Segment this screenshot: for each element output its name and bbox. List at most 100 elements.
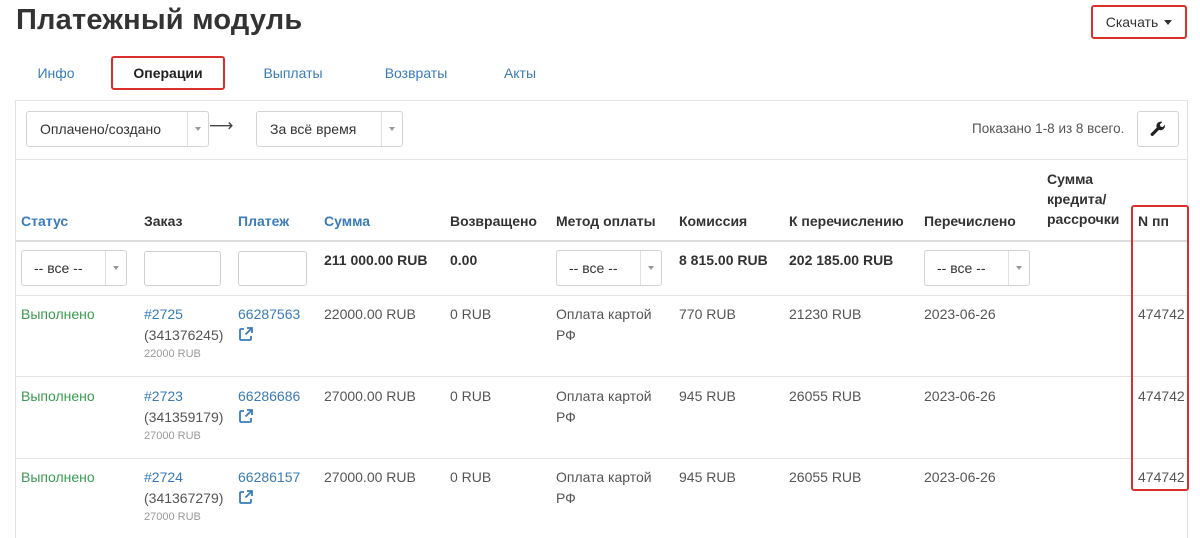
tab-payouts[interactable]: Выплаты xyxy=(248,56,338,90)
col-header-to-transfer: К перечислению xyxy=(789,213,904,229)
col-header-credit-line1: Сумма xyxy=(1047,171,1094,187)
wrench-icon xyxy=(1150,121,1166,136)
external-link-icon[interactable] xyxy=(238,408,254,424)
row-method-line1: Оплата картой xyxy=(556,388,652,404)
row-status: Выполнено xyxy=(21,306,95,322)
row-commission: 945 RUB xyxy=(679,388,736,404)
divider xyxy=(16,159,1188,160)
row-status: Выполнено xyxy=(21,469,95,485)
row-npp: 474742 xyxy=(1138,388,1185,404)
total-returned: 0.00 xyxy=(450,252,478,268)
divider xyxy=(16,295,1188,296)
row-transferred: 2023-06-26 xyxy=(924,306,996,322)
total-sum: 211 000.00 RUB xyxy=(324,252,428,268)
tab-info[interactable]: Инфо xyxy=(18,56,94,90)
col-header-order: Заказ xyxy=(144,213,183,229)
divider xyxy=(16,458,1188,459)
row-payment: 66286157 xyxy=(238,467,300,505)
row-npp: 474742 xyxy=(1138,306,1185,322)
method-filter-select[interactable]: -- все -- xyxy=(556,250,662,286)
row-to-transfer: 21230 RUB xyxy=(789,306,862,322)
payment-filter-input[interactable] xyxy=(238,251,307,286)
header-divider xyxy=(16,240,1188,242)
caret-down-icon xyxy=(1164,19,1173,25)
chevron-down-icon xyxy=(187,112,208,146)
row-commission: 945 RUB xyxy=(679,469,736,485)
row-returned: 0 RUB xyxy=(450,469,492,485)
row-commission: 770 RUB xyxy=(679,306,736,322)
tab-returns[interactable]: Возвраты xyxy=(366,56,466,90)
row-method-line2: РФ xyxy=(556,327,576,343)
chevron-down-icon xyxy=(1008,251,1029,285)
row-method-line2: РФ xyxy=(556,490,576,506)
col-header-npp: N пп xyxy=(1138,213,1169,229)
status-mode-select[interactable]: Оплачено/создано xyxy=(26,111,209,147)
order-amount: 27000 RUB xyxy=(144,430,201,442)
row-transferred: 2023-06-26 xyxy=(924,388,996,404)
order-link[interactable]: #2725 xyxy=(144,304,223,325)
transferred-filter-value: -- все -- xyxy=(937,260,986,276)
status-filter-value: -- все -- xyxy=(34,260,83,276)
row-method: Оплата картой РФ xyxy=(556,467,652,509)
tab-operations[interactable]: Операции xyxy=(111,56,225,90)
order-amount: 27000 RUB xyxy=(144,511,201,523)
row-sum: 27000.00 RUB xyxy=(324,469,416,485)
col-header-transferred: Перечислено xyxy=(924,213,1016,229)
status-filter-select[interactable]: -- все -- xyxy=(21,250,127,286)
col-header-commission: Комиссия xyxy=(679,213,748,229)
external-link-icon[interactable] xyxy=(238,326,254,342)
order-filter-input[interactable] xyxy=(144,251,221,286)
settings-button[interactable] xyxy=(1137,111,1179,147)
period-select[interactable]: За всё время xyxy=(256,111,403,147)
col-header-credit: Сумма кредита/ рассрочки xyxy=(1047,169,1119,229)
download-button[interactable]: Скачать xyxy=(1091,5,1187,39)
order-link[interactable]: #2724 xyxy=(144,467,223,488)
row-sum: 22000.00 RUB xyxy=(324,306,416,322)
row-to-transfer: 26055 RUB xyxy=(789,388,862,404)
row-method-line1: Оплата картой xyxy=(556,469,652,485)
payment-link[interactable]: 66286686 xyxy=(238,386,300,407)
row-sum: 27000.00 RUB xyxy=(324,388,416,404)
arrow-right-icon: ⟶ xyxy=(209,116,234,135)
total-commission: 8 815.00 RUB xyxy=(679,252,768,268)
row-payment: 66287563 xyxy=(238,304,300,342)
order-amount: 22000 RUB xyxy=(144,348,201,360)
col-header-returned: Возвращено xyxy=(450,213,537,229)
download-label: Скачать xyxy=(1105,14,1159,30)
col-header-credit-line2: кредита/ xyxy=(1047,191,1107,207)
order-id: (341359179) xyxy=(144,409,224,425)
tab-acts[interactable]: Акты xyxy=(490,56,550,90)
row-method: Оплата картой РФ xyxy=(556,304,652,346)
tab-bar: Инфо Операции Выплаты Возвраты Акты xyxy=(16,56,1188,90)
chevron-down-icon xyxy=(381,112,402,146)
row-returned: 0 RUB xyxy=(450,306,492,322)
row-order: #2723 (341359179) 27000 RUB xyxy=(144,386,223,444)
row-transferred: 2023-06-26 xyxy=(924,469,996,485)
method-filter-value: -- все -- xyxy=(569,260,618,276)
payment-link[interactable]: 66286157 xyxy=(238,467,300,488)
row-method-line1: Оплата картой xyxy=(556,306,652,322)
order-link[interactable]: #2723 xyxy=(144,386,223,407)
row-method-line2: РФ xyxy=(556,409,576,425)
col-header-method: Метод оплаты xyxy=(556,213,656,229)
row-npp: 474742 xyxy=(1138,469,1185,485)
order-id: (341376245) xyxy=(144,327,224,343)
row-order: #2725 (341376245) 22000 RUB xyxy=(144,304,223,362)
order-id: (341367279) xyxy=(144,490,224,506)
payment-link[interactable]: 66287563 xyxy=(238,304,300,325)
row-status: Выполнено xyxy=(21,388,95,404)
external-link-icon[interactable] xyxy=(238,489,254,505)
chevron-down-icon xyxy=(640,251,661,285)
pagination-summary: Показано 1-8 из 8 всего. xyxy=(972,121,1125,136)
total-to-transfer: 202 185.00 RUB xyxy=(789,252,894,268)
col-header-payment[interactable]: Платеж xyxy=(238,211,289,231)
transferred-filter-select[interactable]: -- все -- xyxy=(924,250,1030,286)
period-value: За всё время xyxy=(270,121,357,137)
col-header-sum[interactable]: Сумма xyxy=(324,211,370,231)
row-returned: 0 RUB xyxy=(450,388,492,404)
chevron-down-icon xyxy=(105,251,126,285)
page-title: Платежный модуль xyxy=(16,4,303,36)
col-header-status[interactable]: Статус xyxy=(21,211,68,231)
row-to-transfer: 26055 RUB xyxy=(789,469,862,485)
status-mode-value: Оплачено/создано xyxy=(40,121,161,137)
